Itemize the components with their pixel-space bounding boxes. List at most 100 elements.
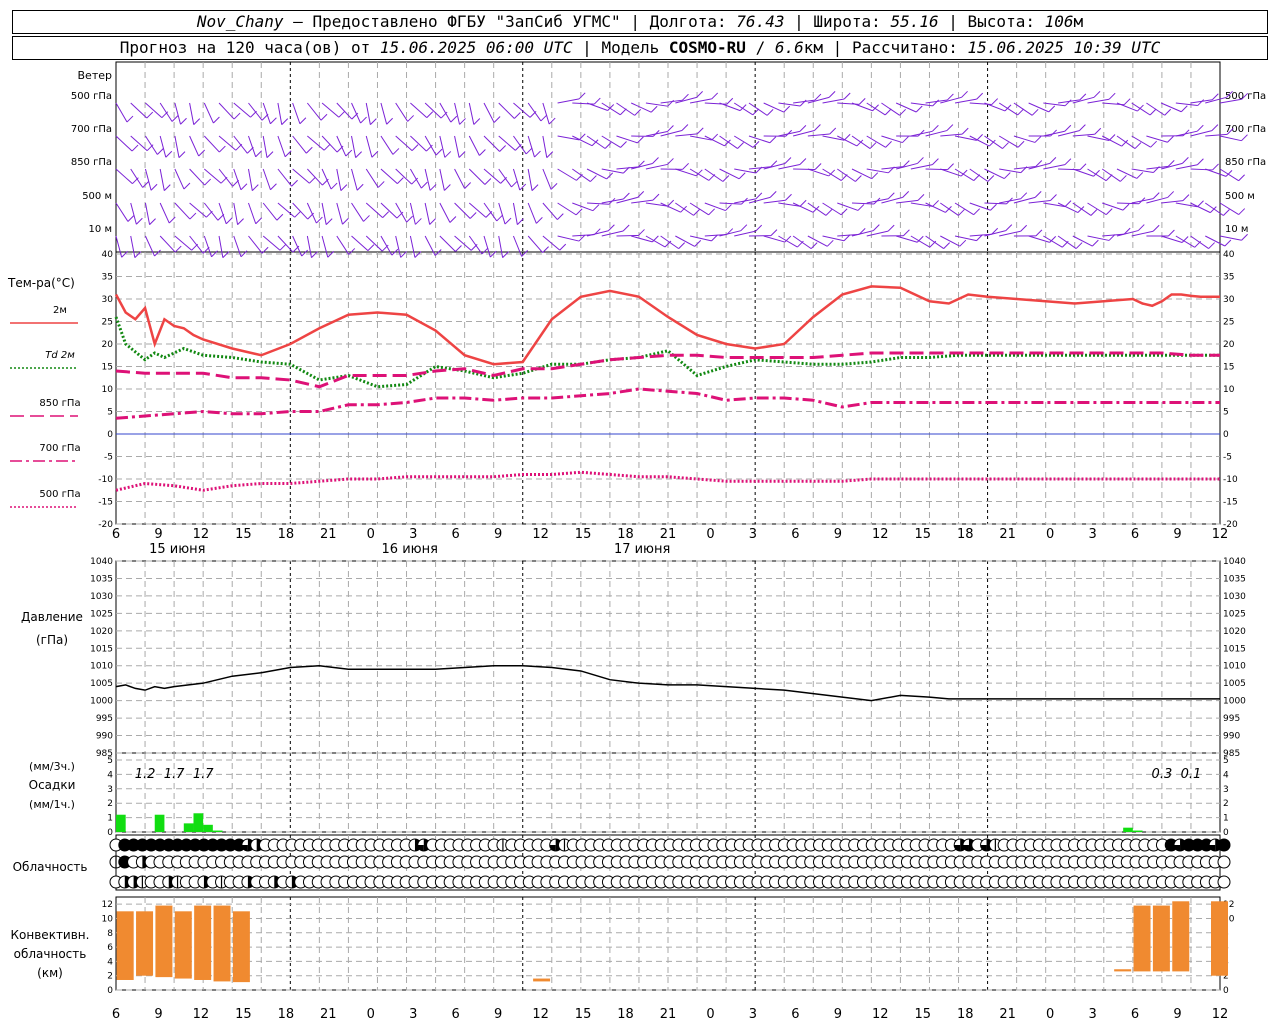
wind-barb: [262, 235, 281, 251]
wind-barb: [778, 164, 801, 170]
wind-barb-flag: [843, 133, 851, 141]
wind-barb-flag: [342, 217, 349, 225]
wind-barb-flag: [415, 218, 422, 225]
wind-barb-flag: [131, 144, 139, 152]
wind-barb-flag: [1093, 90, 1101, 98]
wind-barb: [1013, 135, 1036, 143]
wind-barb-flag: [1020, 192, 1028, 200]
wind-barb: [468, 202, 487, 218]
wind-barb-flag: [1034, 136, 1042, 143]
wind-barb: [719, 202, 742, 205]
wind-barb: [292, 168, 310, 184]
wind-barb-flag: [1167, 135, 1174, 143]
wind-barb: [439, 135, 446, 158]
wind-barb-flag: [291, 179, 298, 187]
conv-tick-right: 0: [1223, 986, 1229, 996]
hour-tick-label: 15: [914, 527, 931, 542]
wind-barb: [454, 235, 472, 251]
wind-barb-flag: [540, 114, 548, 122]
hour-tick-label: 15: [235, 527, 252, 542]
wind-barb: [248, 102, 263, 121]
wind-barb-flag: [885, 140, 892, 148]
wind-barb: [954, 235, 977, 242]
wind-barb: [130, 202, 137, 225]
wind-barbs-row: [115, 157, 1245, 192]
wind-barb-flag: [769, 136, 777, 144]
wind-barb: [1219, 235, 1242, 241]
wind-barb: [1131, 168, 1154, 173]
wind-barb-flag: [961, 127, 969, 135]
wind-barb: [1175, 102, 1198, 107]
pressure-axis-label: Давление: [21, 610, 83, 624]
wind-barb: [1131, 102, 1151, 116]
cloud-cover-icon: [1217, 838, 1231, 852]
wind-barb-flag: [127, 215, 135, 222]
wind-barb: [351, 168, 358, 191]
wind-barb-flag: [1122, 203, 1130, 211]
wind-barb-flag: [696, 127, 704, 135]
wind-barb-flag: [1238, 174, 1245, 182]
wind-barb: [1087, 235, 1110, 241]
wind-barb: [586, 102, 608, 111]
wind-barb: [395, 135, 413, 152]
pressure-tick-right: 1040: [1223, 557, 1246, 567]
wind-barb: [895, 102, 917, 113]
wind-barb-flag: [240, 183, 248, 191]
wind-barb: [807, 133, 830, 137]
wind-barb: [1028, 199, 1051, 204]
conv-cloud-bar: [232, 911, 250, 983]
wind-barb-flag: [464, 182, 472, 189]
wind-barb-flag: [513, 112, 521, 119]
wind-barb-flag: [667, 158, 674, 165]
wind-barb-flag: [434, 249, 442, 256]
wind-barb: [365, 235, 383, 252]
wind-barb-flag: [593, 97, 601, 105]
wind-barb: [321, 202, 327, 225]
precip-total: 0.1: [1181, 767, 1202, 782]
precip-bar: [183, 823, 194, 832]
wind-barb: [248, 135, 257, 157]
wind-barb-flag: [932, 200, 939, 207]
wind-barb: [351, 102, 362, 124]
hour-tick-label: 6: [112, 527, 120, 542]
cloud-cover-icon: [1217, 875, 1231, 889]
wind-barb-flag: [711, 92, 719, 100]
precip-tick-left: 0: [107, 828, 113, 838]
wind-barb: [1072, 235, 1093, 247]
wind-barb: [130, 168, 144, 188]
wind-barb-flag: [855, 175, 862, 182]
conv-tick-left: 10: [102, 914, 114, 924]
wind-barb: [586, 135, 606, 149]
wind-barb-flag: [276, 213, 284, 221]
wind-barb-flag: [973, 208, 981, 216]
wind-barb: [763, 199, 786, 204]
wind-barb: [454, 135, 460, 158]
wind-barb: [734, 168, 756, 174]
hour-tick-label: 18: [617, 1007, 634, 1022]
wind-barb-flag: [959, 239, 967, 247]
hour-tick-label: 0: [706, 1007, 714, 1022]
wind-barb: [1057, 130, 1080, 137]
conv-cloud-bar: [155, 905, 173, 978]
wind-barb: [645, 163, 668, 170]
wind-barb-flag: [932, 124, 939, 132]
wind-barb-flag: [947, 93, 954, 101]
wind-barb-flag: [737, 142, 744, 149]
wind-barb-flag: [411, 144, 419, 152]
wind-barb-flag: [650, 105, 658, 113]
wind-barb-flag: [943, 242, 950, 249]
wind-barb-flag: [502, 251, 509, 259]
wind-barb-flag: [178, 151, 186, 158]
pressure-tick-left: 1025: [90, 609, 113, 619]
wind-barb: [807, 235, 828, 247]
wind-barb-flag: [887, 224, 895, 232]
day-label: 17 июня: [614, 542, 670, 557]
wind-barb: [159, 235, 176, 253]
wind-barb: [174, 135, 180, 158]
pressure-tick-right: 995: [1223, 714, 1240, 724]
wind-barb-flag: [1196, 124, 1204, 132]
wind-label: Ветер: [78, 69, 112, 82]
temp-legend-label: Td 2м: [45, 350, 75, 361]
wind-barb-flag: [309, 176, 316, 184]
wind-barb: [292, 235, 303, 257]
